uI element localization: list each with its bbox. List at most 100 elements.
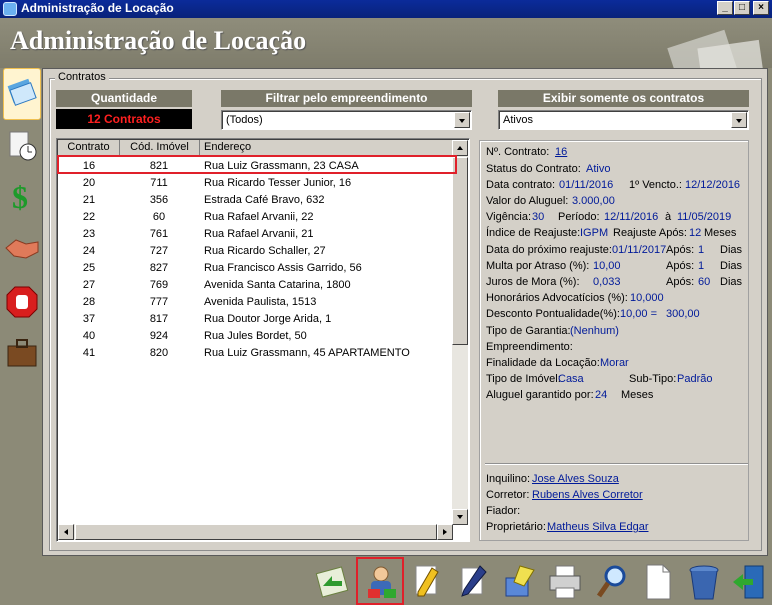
person-edit-icon[interactable] [362,562,400,602]
handshake-icon[interactable] [4,230,40,266]
cell-address: Avenida Paulista, 1513 [204,296,317,308]
cell-address: Avenida Santa Catarina, 1800 [204,279,351,291]
cell-contract: 25 [82,262,96,274]
contracts-icon[interactable] [4,74,40,110]
column-header-property-code[interactable]: Cód. Imóvel [120,140,200,156]
pen-icon[interactable] [454,562,492,602]
transfer-icon[interactable] [314,562,352,602]
rent-label: Valor do Aluguel: [486,195,569,207]
maximize-button[interactable]: □ [734,1,750,15]
cell-address: Estrada Café Bravo, 632 [204,194,325,206]
table-row[interactable]: 25 827 Rua Francisco Assis Garrido, 56 [58,260,454,277]
filter-header: Filtrar pelo empreendimento [221,90,472,107]
briefcase-icon[interactable] [4,334,40,370]
discount-value: 10,00 = [620,308,658,320]
interest-after-value: 60 [698,276,711,288]
cell-property-code: 727 [149,245,169,257]
column-header-contract[interactable]: Contrato [58,140,120,156]
table-row[interactable]: 37 817 Rua Doutor Jorge Arida, 1 [58,311,454,328]
cell-address: Rua Luiz Grassmann, 45 APARTAMENTO [204,347,410,359]
guaranteed-label: Aluguel garantido por: [486,389,594,401]
period-start: 12/11/2016 [604,211,659,223]
document-icon[interactable] [639,562,677,602]
property-type-label: Tipo de Imóvel: [486,373,561,385]
late-fee-value: 10,00 [593,260,621,272]
table-row[interactable]: 22 60 Rua Rafael Arvanii, 22 [58,209,454,226]
cell-property-code: 827 [149,262,169,274]
table-row[interactable]: 27 769 Avenida Santa Catarina, 1800 [58,277,454,294]
interest-after-label: Após: [666,276,695,288]
svg-text:$: $ [12,179,28,214]
show-select[interactable]: Ativos [498,110,749,130]
show-value: Ativos [503,114,533,126]
next-readjust-after-label: Após: [666,244,695,256]
interest-value: 0,033 [593,276,621,288]
guarantee-value: (Nenhum) [570,325,619,337]
readjust-after-label: Reajuste Após: [613,227,687,239]
chevron-down-icon[interactable] [454,112,470,128]
cell-contract: 27 [82,279,96,291]
magnifier-icon[interactable] [593,562,631,602]
scroll-left-button[interactable] [58,524,74,540]
index-value: IGPM [580,227,609,239]
readjust-months: Meses [704,227,737,239]
scroll-right-button[interactable] [437,524,453,540]
cell-address: Rua Rafael Arvanii, 22 [204,211,314,223]
first-due-value: 12/12/2016 [685,179,741,191]
period-separator: à [665,211,672,223]
minimize-button[interactable]: _ [717,1,733,15]
scroll-down-button[interactable] [452,509,468,525]
tenant-link[interactable]: Jose Alves Souza [532,473,619,485]
fees-label: Honorários Advocatícios (%): [486,292,628,304]
cell-property-code: 60 [152,211,166,223]
schedule-icon[interactable] [4,128,40,164]
close-button[interactable]: × [753,1,769,15]
broker-link[interactable]: Rubens Alves Corretor [532,489,643,501]
scroll-up-button[interactable] [452,140,468,156]
vertical-scrollbar[interactable] [452,140,468,525]
scroll-thumb[interactable] [75,524,437,540]
table-row[interactable]: 24 727 Rua Ricardo Schaller, 27 [58,243,454,260]
late-fee-days: Dias [720,260,743,272]
table-row[interactable]: 40 924 Rua Jules Bordet, 50 [58,328,454,345]
table-row[interactable]: 28 777 Avenida Paulista, 1513 [58,294,454,311]
table-row[interactable]: 21 356 Estrada Café Bravo, 632 [58,192,454,209]
next-readjust-label: Data do próximo reajuste: [486,244,612,256]
cell-contract: 40 [82,330,96,342]
owner-link[interactable]: Matheus Silva Edgar [547,521,649,533]
cell-address: Rua Ricardo Tesser Junior, 16 [204,177,352,189]
scroll-thumb[interactable] [452,157,468,345]
filter-select[interactable]: (Todos) [221,110,472,130]
index-label: Índice de Reajuste: [486,227,581,239]
discount-label: Desconto Pontualidade(%): [486,308,620,320]
fees-value: 10,000 [630,292,664,304]
purpose-label: Finalidade da Locação: [486,357,600,369]
exit-icon[interactable] [731,562,769,602]
validity-value: 30 [532,211,545,223]
window-title: Administração de Locação [21,1,174,15]
table-row[interactable]: 41 820 Rua Luiz Grassmann, 45 APARTAMENTO [58,345,454,362]
horizontal-scrollbar[interactable] [58,524,453,540]
late-fee-after-label: Após: [666,260,695,272]
trash-icon[interactable] [685,562,723,602]
contracts-list[interactable]: Contrato Cód. Imóvel Endereço 16 821 Rua L… [56,138,470,542]
guaranteed-value: 24 [595,389,608,401]
printer-icon[interactable] [546,562,584,602]
brush-icon[interactable] [500,562,538,602]
cell-contract: 23 [82,228,96,240]
cell-property-code: 761 [149,228,169,240]
pencil-icon[interactable] [408,562,446,602]
chevron-down-icon[interactable] [731,112,747,128]
period-label: Período: [558,211,600,223]
stop-icon[interactable] [4,284,40,320]
contract-link[interactable]: 16 [555,146,567,158]
column-header-address[interactable]: Endereço [200,140,454,156]
table-row[interactable]: 20 711 Rua Ricardo Tesser Junior, 16 [58,175,454,192]
broker-label: Corretor: [486,489,530,501]
owner-label: Proprietário: [486,521,546,533]
table-row[interactable]: 23 761 Rua Rafael Arvanii, 21 [58,226,454,243]
date-label: Data contrato: [486,179,556,191]
status-value: Ativo [586,163,611,175]
dollar-icon[interactable]: $ [4,178,40,215]
filter-value: (Todos) [226,114,263,126]
